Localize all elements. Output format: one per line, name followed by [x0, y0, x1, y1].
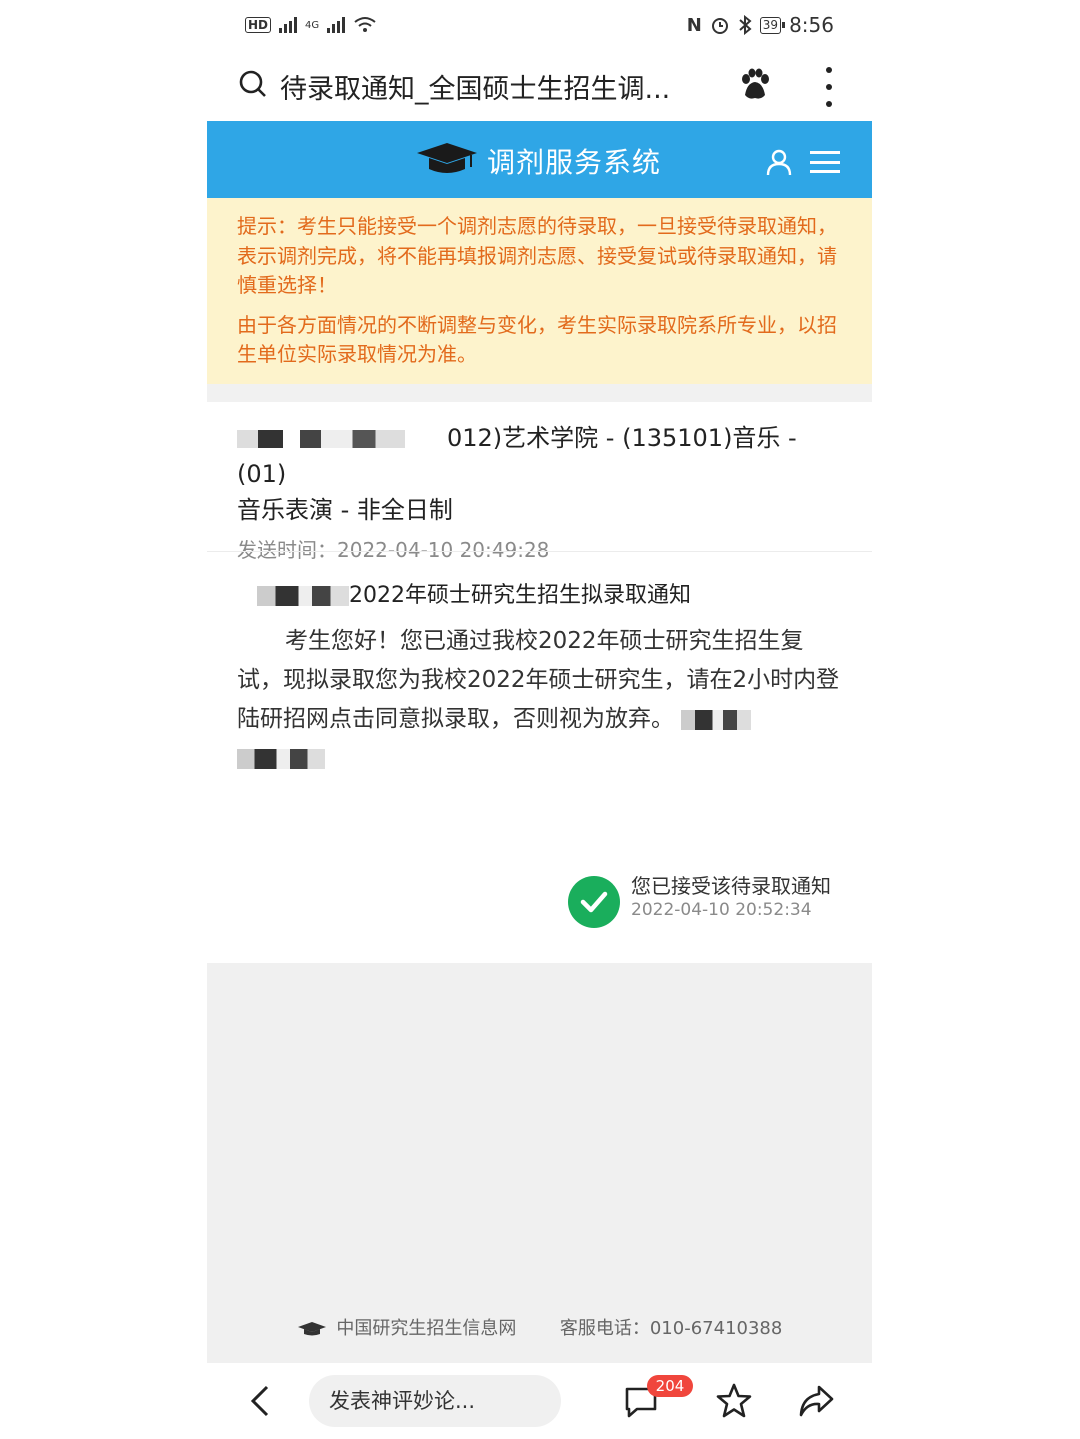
- redacted-signature: [237, 748, 325, 769]
- footer-site[interactable]: 中国研究生招生信息网: [336, 1318, 516, 1339]
- app-header: 调剂服务系统: [207, 121, 872, 198]
- check-icon: [568, 876, 620, 928]
- browser-top-bar: 待录取通知_全国硕士生招生调...: [207, 55, 872, 117]
- phone-screen: HD 4G N 39 8:56 待录取通知_全国硕士生招生调... 调剂服务系统…: [207, 0, 872, 1439]
- letter-title: 2022年硕士研究生招生拟录取通知: [257, 577, 691, 609]
- program-title: 012)艺术学院 - (135101)音乐 - (01) 音乐表演 - 非全日制: [237, 420, 837, 528]
- notice-text-1: 提示：考生只能接受一个调剂志愿的待录取，一旦接受待录取通知，表示调剂完成，将不能…: [237, 214, 837, 297]
- redacted-text: [681, 709, 752, 730]
- app-title: 调剂服务系统: [487, 146, 662, 179]
- divider: [207, 551, 872, 552]
- accepted-status: 您已接受该待录取通知: [631, 874, 831, 898]
- footer-cap-icon: [297, 1322, 326, 1336]
- more-options-icon[interactable]: [819, 67, 839, 107]
- wifi-icon: [354, 17, 376, 32]
- comment-input[interactable]: 发表神评妙论...: [309, 1375, 561, 1427]
- signal-icon-2: [327, 17, 346, 33]
- star-icon[interactable]: [715, 1383, 753, 1419]
- signal-icon: [279, 17, 298, 33]
- status-bar: HD 4G N 39 8:56: [245, 10, 834, 40]
- page-bottom-area: [207, 963, 872, 1363]
- clock: 8:56: [789, 13, 834, 37]
- hd-badge: HD: [245, 17, 272, 33]
- network-type: 4G: [305, 19, 320, 31]
- admission-notification-item[interactable]: 012)艺术学院 - (135101)音乐 - (01) 音乐表演 - 非全日制…: [237, 420, 837, 563]
- baidu-paw-icon[interactable]: [737, 67, 773, 103]
- battery-icon: 39: [759, 16, 786, 34]
- share-icon[interactable]: [797, 1383, 835, 1419]
- user-icon[interactable]: [765, 148, 793, 176]
- redacted-university: [257, 586, 349, 606]
- notice-text-2: 由于各方面情况的不断调整与变化，考生实际录取院系所专业，以招生单位实际录取情况为…: [237, 312, 837, 367]
- footer-phone: 客服电话：010-67410388: [559, 1318, 783, 1339]
- program-line-2: 音乐表演 - 非全日制: [237, 496, 453, 524]
- section-gap: [207, 384, 872, 402]
- comment-count-badge: 204: [647, 1375, 693, 1397]
- letter-body: 考生您好！您已通过我校2022年硕士研究生招生复试，现拟录取您为我校2022年硕…: [237, 622, 842, 778]
- browser-bottom-bar: 发表神评妙论... 204: [207, 1363, 872, 1439]
- back-icon[interactable]: [247, 1383, 273, 1419]
- sent-time: 发送时间：2022-04-10 20:49:28: [237, 538, 550, 562]
- graduation-cap-icon: [417, 143, 477, 173]
- menu-icon[interactable]: [810, 151, 840, 173]
- site-footer: 中国研究生招生信息网 客服电话：010-67410388: [207, 1314, 872, 1340]
- nfc-icon: N: [686, 14, 702, 36]
- alarm-icon: [711, 18, 728, 34]
- redacted-school: [237, 430, 447, 448]
- letter-title-text: 2022年硕士研究生招生拟录取通知: [349, 583, 691, 608]
- bluetooth-icon: [739, 15, 752, 35]
- warning-notice: 提示：考生只能接受一个调剂志愿的待录取，一旦接受待录取通知，表示调剂完成，将不能…: [207, 198, 872, 384]
- search-icon[interactable]: [239, 70, 267, 98]
- page-title[interactable]: 待录取通知_全国硕士生招生调...: [280, 67, 710, 106]
- accepted-time: 2022-04-10 20:52:34: [631, 900, 812, 920]
